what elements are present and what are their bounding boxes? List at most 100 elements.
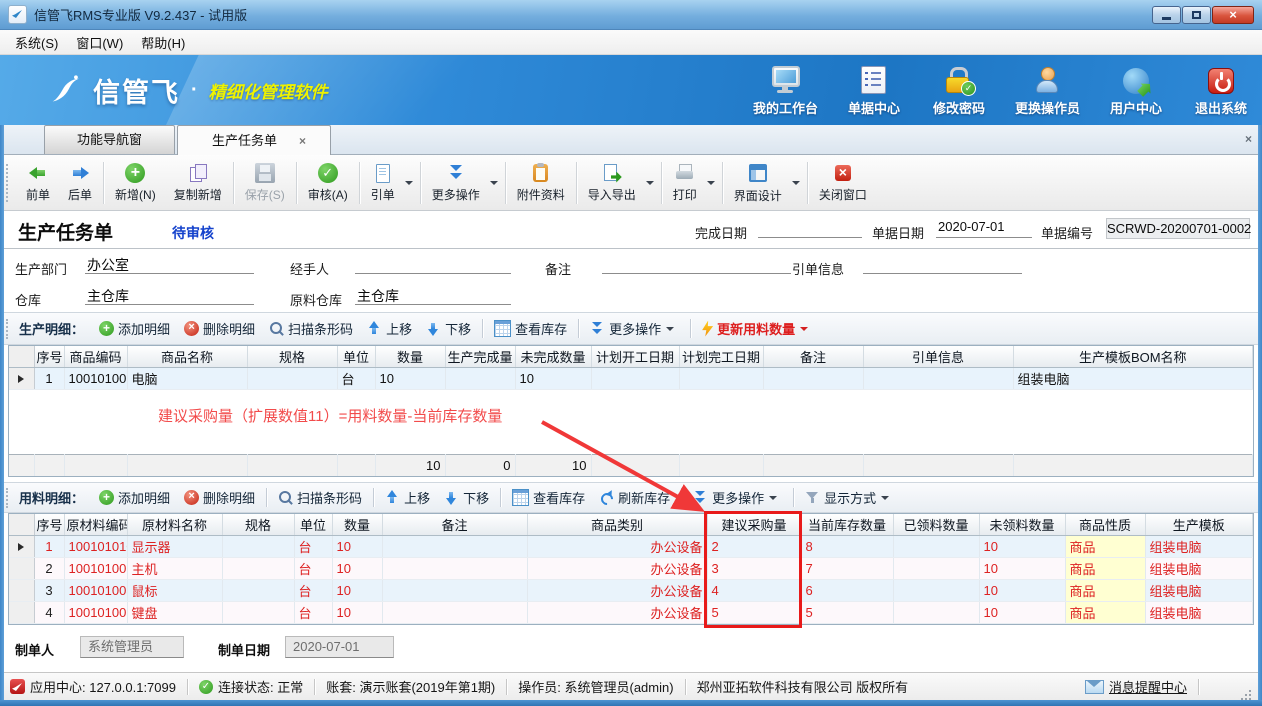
dropdown-caret-icon[interactable] bbox=[792, 181, 800, 185]
print-button[interactable]: 打印 bbox=[664, 155, 720, 210]
tab-close-icon[interactable] bbox=[299, 135, 306, 147]
close-window-button[interactable]: 关闭窗口 bbox=[810, 155, 876, 210]
col-seq[interactable]: 序号 bbox=[34, 346, 64, 368]
col-material-code[interactable]: 原材料编码 bbox=[64, 514, 127, 536]
prod-more-actions-button[interactable]: 更多操作 bbox=[583, 319, 686, 338]
minimize-button[interactable] bbox=[1152, 6, 1181, 24]
col-remark[interactable]: 备注 bbox=[763, 346, 863, 368]
bill-date-input[interactable]: 2020-07-01 bbox=[936, 219, 1032, 238]
document-header: 生产任务单 待审核 完成日期 单据日期 2020-07-01 单据编号 SCRW… bbox=[0, 211, 1262, 249]
col-product-name[interactable]: 商品名称 bbox=[127, 346, 247, 368]
col-material-name[interactable]: 原材料名称 bbox=[127, 514, 222, 536]
col-unpicked-qty[interactable]: 未领料数量 bbox=[979, 514, 1065, 536]
dropdown-caret-icon[interactable] bbox=[666, 327, 674, 331]
menu-system[interactable]: 系统(S) bbox=[6, 31, 67, 54]
col-bom-name[interactable]: 生产模板BOM名称 bbox=[1013, 346, 1253, 368]
nav-user-center[interactable]: 用户中心 bbox=[1107, 64, 1165, 117]
col-remark[interactable]: 备注 bbox=[382, 514, 527, 536]
col-suggest-purchase[interactable]: 建议采购量 bbox=[707, 514, 801, 536]
prod-table-row[interactable]: 1 100101006 电脑 台 10 10 组装电脑 bbox=[9, 368, 1253, 390]
message-center-link[interactable]: 消息提醒中心 bbox=[1085, 677, 1187, 696]
ref-info-input[interactable] bbox=[863, 255, 1022, 274]
tabstrip-close-icon[interactable] bbox=[1245, 132, 1252, 146]
mat-table-row[interactable]: 3 100101008 鼠标 台 10 办公设备 4 6 10 商品 组装电脑 bbox=[9, 580, 1253, 602]
menu-help[interactable]: 帮助(H) bbox=[132, 31, 194, 54]
production-detail-label: 生产明细： bbox=[19, 319, 84, 338]
nav-document-center[interactable]: 单据中心 bbox=[845, 64, 903, 117]
menu-window[interactable]: 窗口(W) bbox=[67, 31, 132, 54]
prod-delete-detail-button[interactable]: 删除明细 bbox=[177, 319, 262, 338]
mat-table-row[interactable]: 4 100101007 键盘 台 10 办公设备 5 5 10 商品 组装电脑 bbox=[9, 602, 1253, 624]
dropdown-caret-icon[interactable] bbox=[800, 327, 808, 331]
col-unit[interactable]: 单位 bbox=[337, 346, 375, 368]
col-plan-start[interactable]: 计划开工日期 bbox=[591, 346, 679, 368]
total-qty: 10 bbox=[375, 455, 445, 477]
more-actions-button[interactable]: 更多操作 bbox=[423, 155, 503, 210]
toolbar-separator bbox=[103, 162, 104, 204]
finish-date-input[interactable] bbox=[758, 219, 862, 238]
remark-input[interactable] bbox=[602, 255, 791, 274]
col-ref-info[interactable]: 引单信息 bbox=[863, 346, 1013, 368]
col-qty[interactable]: 数量 bbox=[332, 514, 382, 536]
warehouse-input[interactable]: 主仓库 bbox=[85, 286, 254, 305]
dropdown-caret-icon[interactable] bbox=[646, 181, 654, 185]
col-spec[interactable]: 规格 bbox=[222, 514, 294, 536]
resize-grip[interactable] bbox=[1240, 681, 1252, 693]
next-bill-button[interactable]: 后单 bbox=[59, 155, 101, 210]
mat-table-row[interactable]: 1 100101010 显示器 台 10 办公设备 2 8 10 商品 组装电脑 bbox=[9, 536, 1253, 558]
nav-change-password[interactable]: 修改密码 bbox=[930, 64, 988, 117]
update-material-qty-button[interactable]: 更新用料数量 bbox=[695, 319, 820, 338]
prod-move-down-button[interactable]: 下移 bbox=[419, 319, 478, 338]
audit-button[interactable]: 审核(A) bbox=[299, 155, 357, 210]
add-new-button[interactable]: 新增(N) bbox=[106, 155, 165, 210]
dropdown-caret-icon[interactable] bbox=[707, 181, 715, 185]
prod-add-detail-button[interactable]: 添加明细 bbox=[92, 319, 177, 338]
dropdown-caret-icon[interactable] bbox=[490, 181, 498, 185]
col-seq[interactable]: 序号 bbox=[34, 514, 64, 536]
pull-bill-button[interactable]: 引单 bbox=[362, 155, 418, 210]
ui-design-button[interactable]: 界面设计 bbox=[725, 155, 805, 210]
tab-function-nav[interactable]: 功能导航窗 bbox=[44, 125, 175, 154]
maximize-button[interactable] bbox=[1182, 6, 1211, 24]
copy-add-button[interactable]: 复制新增 bbox=[165, 155, 231, 210]
col-product-code[interactable]: 商品编码 bbox=[64, 346, 127, 368]
prod-scan-barcode-button[interactable]: 扫描条形码 bbox=[262, 319, 360, 338]
attachment-button[interactable]: 附件资料 bbox=[508, 155, 574, 210]
mat-add-detail-button[interactable]: 添加明细 bbox=[92, 488, 177, 507]
nav-exit-system[interactable]: 退出系统 bbox=[1192, 64, 1250, 117]
material-warehouse-input[interactable]: 主仓库 bbox=[355, 286, 511, 305]
dropdown-caret-icon[interactable] bbox=[405, 181, 413, 185]
mat-scan-barcode-button[interactable]: 扫描条形码 bbox=[271, 488, 369, 507]
mat-delete-detail-button[interactable]: 删除明细 bbox=[177, 488, 262, 507]
col-unit[interactable]: 单位 bbox=[294, 514, 332, 536]
handler-input[interactable] bbox=[355, 255, 511, 274]
mat-move-up-button[interactable]: 上移 bbox=[378, 488, 437, 507]
nav-switch-operator[interactable]: 更换操作员 bbox=[1015, 64, 1080, 117]
col-nature[interactable]: 商品性质 bbox=[1065, 514, 1145, 536]
prev-bill-button[interactable]: 前单 bbox=[17, 155, 59, 210]
col-picked-qty[interactable]: 已领料数量 bbox=[893, 514, 979, 536]
dept-input[interactable]: 办公室 bbox=[85, 255, 254, 274]
col-qty[interactable]: 数量 bbox=[375, 346, 445, 368]
prod-move-up-button[interactable]: 上移 bbox=[360, 319, 419, 338]
tab-production-task[interactable]: 生产任务单 bbox=[177, 125, 331, 155]
mat-display-mode-button[interactable]: 显示方式 bbox=[798, 488, 901, 507]
window-right-edge bbox=[1258, 125, 1262, 706]
col-finished-qty[interactable]: 生产完成量 bbox=[445, 346, 515, 368]
mat-move-down-button[interactable]: 下移 bbox=[437, 488, 496, 507]
col-template[interactable]: 生产模板 bbox=[1145, 514, 1253, 536]
row-marker-cell bbox=[9, 602, 34, 624]
nav-my-workbench[interactable]: 我的工作台 bbox=[753, 64, 818, 117]
prod-view-stock-button[interactable]: 查看库存 bbox=[487, 319, 574, 338]
import-export-button[interactable]: 导入导出 bbox=[579, 155, 659, 210]
dropdown-caret-icon[interactable] bbox=[769, 496, 777, 500]
col-unfinished-qty[interactable]: 未完成数量 bbox=[515, 346, 591, 368]
material-warehouse-label: 原料仓库 bbox=[290, 290, 342, 309]
col-current-stock[interactable]: 当前库存数量 bbox=[801, 514, 893, 536]
close-button[interactable] bbox=[1212, 6, 1254, 24]
mat-table-row[interactable]: 2 100101009 主机 台 10 办公设备 3 7 10 商品 组装电脑 bbox=[9, 558, 1253, 580]
plus-circle-icon bbox=[99, 490, 114, 505]
dropdown-caret-icon[interactable] bbox=[881, 496, 889, 500]
col-plan-finish[interactable]: 计划完工日期 bbox=[679, 346, 763, 368]
col-spec[interactable]: 规格 bbox=[247, 346, 337, 368]
